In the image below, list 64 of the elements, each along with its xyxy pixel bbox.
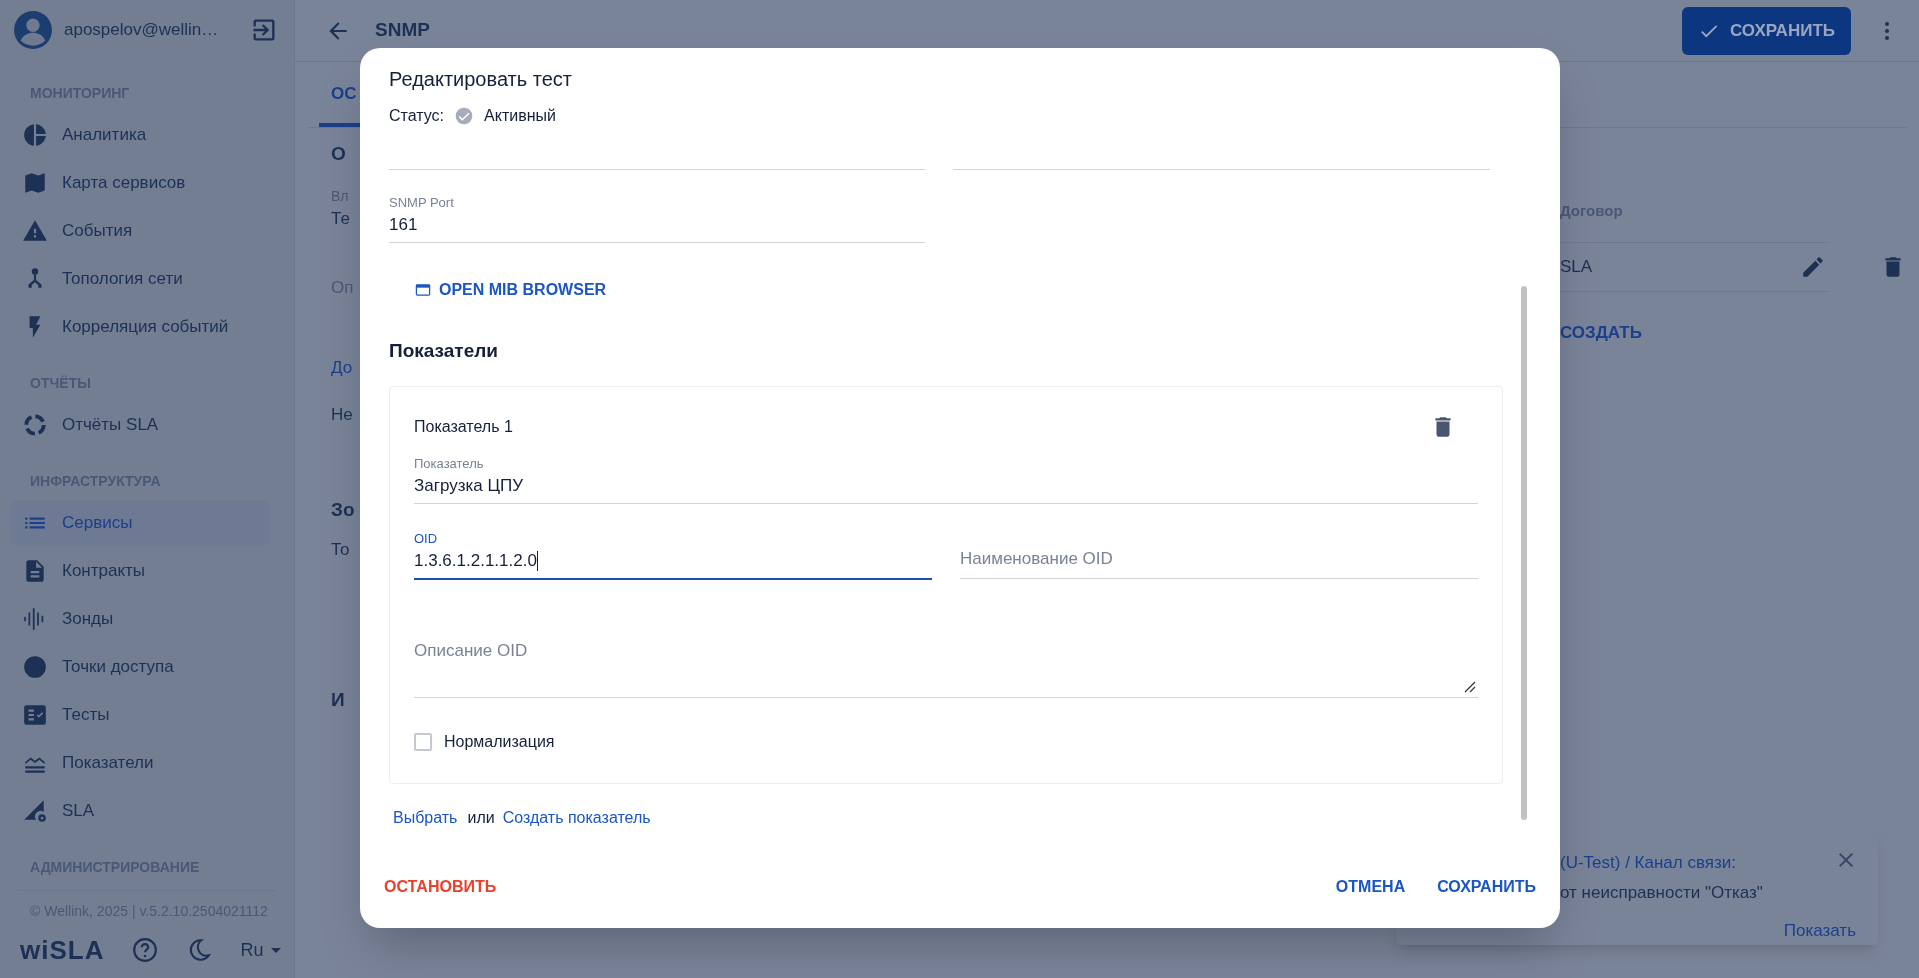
text-area[interactable]: Описание OID: [414, 619, 1478, 698]
circle-icon: [22, 654, 48, 680]
help-icon[interactable]: [132, 937, 159, 963]
nav-item[interactable]: Корреляция событий: [10, 304, 270, 350]
text-fragment: И: [331, 688, 345, 712]
input-field[interactable]: SNMP Port 161: [389, 194, 925, 243]
edit-icon[interactable]: [1800, 254, 1826, 280]
text-fragment: Не: [331, 404, 353, 426]
caret-icon: [271, 947, 282, 953]
card-title: Показатель 1: [414, 416, 513, 437]
text-fragment[interactable]: До: [331, 355, 353, 381]
nav-item[interactable]: Карта сервисов: [10, 160, 270, 206]
resize-handle-icon: [1464, 680, 1476, 693]
nav-item[interactable]: Зонды: [10, 596, 270, 642]
stop-button[interactable]: ОСТАНОВИТЬ: [374, 867, 507, 907]
text-fragment: О: [331, 142, 346, 166]
text-fragment: Те: [331, 208, 350, 230]
nav-item[interactable]: Сервисы: [10, 500, 270, 546]
nav-item[interactable]: Контракты: [10, 548, 270, 594]
checkbox-label: Нормализация: [444, 731, 555, 752]
triangle-gear-icon: [22, 798, 48, 824]
warning-icon: [22, 218, 48, 244]
page-title: SNMP: [375, 18, 431, 43]
input-field[interactable]: Показатель Загрузка ЦПУ: [414, 454, 1478, 504]
window-icon: [415, 283, 431, 297]
show-link[interactable]: Показать: [1783, 917, 1856, 943]
save-button[interactable]: СОХРАНИТЬ: [1427, 867, 1546, 907]
input-field[interactable]: Наименование OID: [960, 529, 1478, 579]
nav-item[interactable]: События: [10, 208, 270, 254]
nav-item[interactable]: Тесты: [10, 692, 270, 738]
input-field[interactable]: OID 1.3.6.1.2.1.1.2.0: [414, 529, 932, 580]
check-circle-icon: [454, 106, 475, 126]
table-cell-text: SLA: [1560, 256, 1594, 279]
user-name: apospelov@wellin…: [64, 19, 220, 42]
avatar-icon: [14, 11, 52, 49]
text-fragment: То: [331, 539, 350, 561]
cancel-button[interactable]: ОТМЕНА: [1325, 867, 1416, 907]
pie-chart-icon: [22, 122, 48, 148]
dialog-title: Редактировать тест: [389, 67, 572, 92]
status-label: Статус:: [389, 106, 445, 126]
save-button[interactable]: СОХРАНИТЬ: [1682, 6, 1851, 55]
nav-item[interactable]: Аналитика: [10, 112, 270, 158]
choose-link[interactable]: Выбрать: [393, 805, 458, 830]
notification-text: от неисправности "Отказ": [1560, 881, 1763, 904]
create-link[interactable]: СОЗДАТЬ: [1560, 320, 1642, 346]
ring-icon: [22, 412, 48, 438]
status-text: Активный: [484, 106, 556, 126]
nav-item[interactable]: Топология сети: [10, 256, 270, 302]
section-heading: Показатели: [389, 339, 498, 363]
nav-item[interactable]: SLA: [10, 788, 270, 834]
create-indicator-link[interactable]: Создать показатель: [502, 805, 651, 830]
text-fragment: Зо: [331, 498, 355, 522]
language-select[interactable]: Ru: [240, 936, 282, 964]
logo: wiSLA: [20, 933, 105, 967]
nav-item[interactable]: Показатели: [10, 740, 270, 786]
nav-item[interactable]: Точки доступа: [10, 644, 270, 690]
map-icon: [22, 170, 48, 196]
scrollbar[interactable]: [1521, 286, 1527, 820]
notification-text: (U-Test) / Канал связи:: [1560, 852, 1737, 874]
or-text: или: [467, 807, 495, 828]
open-mib-browser-button[interactable]: OPEN MIB BROWSER: [413, 273, 609, 307]
checklist-icon: [22, 702, 48, 728]
checkbox[interactable]: [414, 732, 432, 751]
nav-item[interactable]: Отчёты SLA: [10, 402, 270, 448]
